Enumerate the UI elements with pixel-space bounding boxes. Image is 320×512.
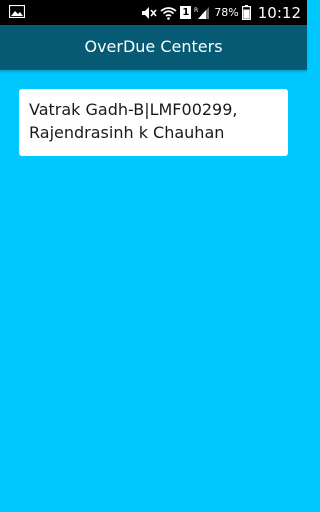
page-title: OverDue Centers bbox=[84, 37, 223, 56]
center-line-2: Rajendrasinh k Chauhan bbox=[29, 123, 225, 142]
status-clock: 10:12 bbox=[257, 3, 301, 22]
mute-icon bbox=[142, 6, 157, 19]
app-bar: OverDue Centers bbox=[0, 25, 307, 70]
status-icons: 1 R 78% 10:12 bbox=[141, 0, 301, 25]
center-list-item[interactable]: Vatrak Gadh-B|LMF00299, Rajendrasinh k C… bbox=[19, 89, 288, 156]
battery-icon bbox=[241, 5, 251, 20]
status-bar: 1 R 78% 10:12 bbox=[0, 0, 307, 25]
battery-percent: 78% bbox=[214, 6, 239, 19]
wifi-icon bbox=[160, 6, 177, 20]
center-line-1: Vatrak Gadh-B|LMF00299, bbox=[29, 100, 238, 119]
signal-icon: R bbox=[194, 6, 210, 19]
sim-1-icon: 1 bbox=[180, 6, 192, 19]
image-notification-icon bbox=[9, 5, 25, 18]
roaming-label: R bbox=[194, 7, 198, 14]
